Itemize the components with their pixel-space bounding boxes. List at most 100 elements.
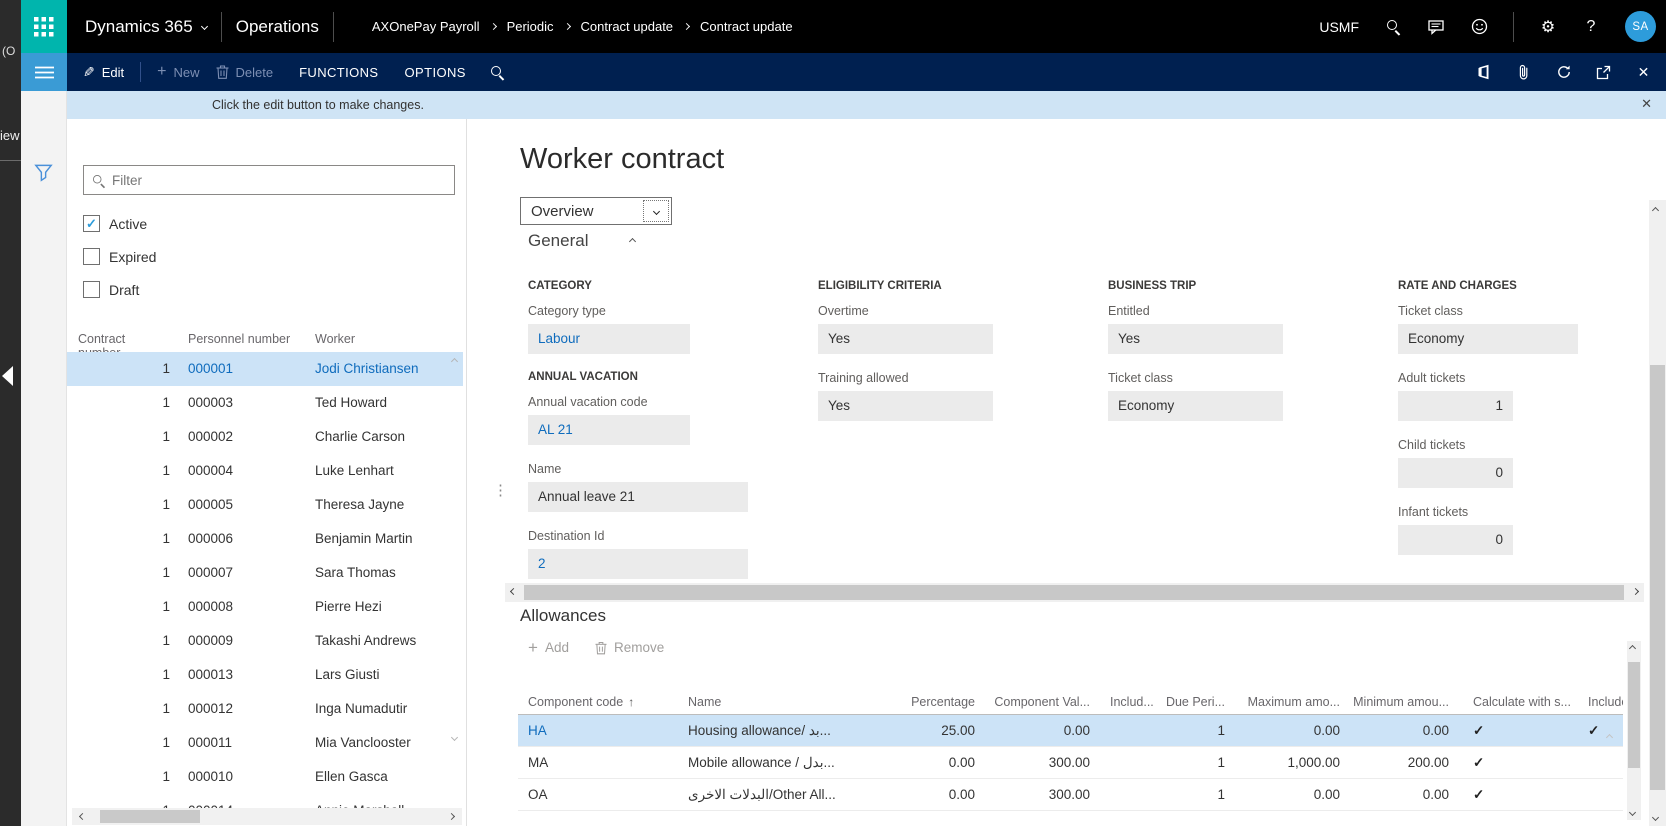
scroll-up-icon[interactable] [1652, 207, 1659, 214]
form-column-3: BUSINESS TRIP Entitled Yes Ticket class … [1108, 271, 1380, 437]
filter-funnel-icon[interactable] [34, 163, 53, 182]
feedback-icon[interactable] [1427, 18, 1445, 36]
delete-button[interactable]: Delete [216, 65, 274, 80]
field-value[interactable]: 1 [1398, 391, 1513, 421]
worker-row[interactable]: 1 000014 Annie Marshall [67, 794, 463, 808]
worker-row[interactable]: 1 000010 Ellen Gasca [67, 760, 463, 794]
column-header-percentage[interactable]: Percentage [905, 695, 987, 709]
worker-row[interactable]: 1 000012 Inga Numadutir [67, 692, 463, 726]
scroll-down-icon[interactable] [1652, 814, 1659, 821]
column-header-calculate-with[interactable]: Calculate with s... [1461, 695, 1578, 709]
column-header-include[interactable]: Include [1578, 695, 1623, 709]
add-button[interactable]: + Add [528, 640, 569, 655]
field-value[interactable]: Economy [1398, 324, 1578, 354]
field-value[interactable]: Labour [528, 324, 690, 354]
smiley-icon[interactable] [1470, 18, 1488, 36]
view-selector-dropdown-button[interactable] [643, 200, 669, 222]
allowance-row[interactable]: OA البدلات الاخرى/Other All... 0.00 300.… [518, 779, 1623, 811]
scroll-up-icon[interactable] [1629, 645, 1636, 652]
functions-menu[interactable]: FUNCTIONS [299, 65, 378, 80]
scroll-right-icon[interactable] [448, 813, 455, 820]
field-value[interactable]: Yes [818, 391, 993, 421]
allowance-row[interactable]: MA Mobile allowance / بدل... 0.00 300.00… [518, 747, 1623, 779]
collapse-arrow-icon[interactable] [2, 366, 13, 386]
field-value[interactable]: Economy [1108, 391, 1283, 421]
scroll-left-icon[interactable] [79, 813, 86, 820]
scrollbar-thumb[interactable] [1650, 365, 1665, 790]
field-value[interactable]: Annual leave 21 [528, 482, 748, 512]
column-header-component-value[interactable]: Component Val... [987, 695, 1102, 709]
scrollbar-thumb[interactable] [524, 585, 1624, 600]
field-value[interactable]: Yes [818, 324, 993, 354]
app-launcher-button[interactable] [21, 0, 67, 53]
breadcrumb-item[interactable]: Contract update [673, 19, 793, 34]
checkbox[interactable]: ✓ [83, 281, 100, 298]
banner-close-icon[interactable]: ✕ [1641, 96, 1652, 112]
app-name[interactable]: Operations [236, 17, 319, 37]
splitter-handle[interactable]: ⋮ [493, 487, 508, 494]
worker-row[interactable]: 1 000011 Mia Vanclooster [67, 726, 463, 760]
help-icon[interactable]: ? [1582, 18, 1600, 36]
worker-row[interactable]: 1 000008 Pierre Hezi [67, 590, 463, 624]
search-icon[interactable] [1384, 18, 1402, 36]
office-icon[interactable] [1475, 64, 1492, 81]
checkbox[interactable]: ✓ [83, 248, 100, 265]
worker-row[interactable]: 1 000007 Sara Thomas [67, 556, 463, 590]
list-horizontal-scrollbar[interactable] [72, 808, 462, 825]
worker-row[interactable]: 1 000006 Benjamin Martin [67, 522, 463, 556]
worker-row[interactable]: 1 000003 Ted Howard [67, 386, 463, 420]
column-header-maximum-amount[interactable]: Maximum amo... [1237, 695, 1352, 709]
field-value[interactable]: Yes [1108, 324, 1283, 354]
main-vertical-scrollbar[interactable] [1649, 200, 1666, 826]
scrollbar-thumb[interactable] [1628, 662, 1640, 768]
scroll-right-icon[interactable] [1632, 588, 1639, 595]
refresh-icon[interactable] [1555, 64, 1572, 81]
field-value[interactable]: 0 [1398, 525, 1513, 555]
status-filter-row[interactable]: ✓ Draft [83, 281, 156, 298]
column-header-due-period[interactable]: Due Peri... [1165, 695, 1237, 709]
edit-button[interactable]: ✎ Edit [83, 64, 124, 81]
column-header-minimum-amount[interactable]: Minimum amou... [1352, 695, 1461, 709]
scroll-down-icon[interactable] [1629, 809, 1636, 816]
worker-row[interactable]: 1 000013 Lars Giusti [67, 658, 463, 692]
worker-row[interactable]: 1 000004 Luke Lenhart [67, 454, 463, 488]
column-header-name[interactable]: Name [688, 695, 905, 709]
user-avatar[interactable]: SA [1625, 11, 1656, 42]
column-header-component-code[interactable]: Component code↑ [518, 695, 688, 709]
column-header-included[interactable]: Includ... [1102, 695, 1165, 709]
open-in-new-window-icon[interactable] [1595, 64, 1612, 81]
remove-button[interactable]: Remove [595, 640, 664, 655]
settings-gear-icon[interactable]: ⚙ [1539, 18, 1557, 36]
form-horizontal-scrollbar[interactable] [505, 583, 1644, 602]
new-button[interactable]: + New [157, 63, 199, 81]
options-menu[interactable]: OPTIONS [405, 65, 466, 80]
field-value[interactable]: 0 [1398, 458, 1513, 488]
filter-input[interactable] [112, 167, 454, 193]
dynamics-365-menu[interactable]: Dynamics 365 [85, 17, 207, 37]
close-icon[interactable]: ✕ [1635, 64, 1652, 81]
checkbox[interactable]: ✓ [83, 215, 100, 232]
worker-row[interactable]: 1 000002 Charlie Carson [67, 420, 463, 454]
hamburger-menu-button[interactable] [21, 53, 67, 91]
field-value[interactable]: 2 [528, 549, 748, 579]
company-selector[interactable]: USMF [1319, 19, 1359, 35]
allowance-row[interactable]: HA Housing allowance/ بد... 25.00 0.00 1… [518, 715, 1623, 747]
grid-vertical-scrollbar[interactable] [1627, 641, 1641, 820]
attachments-paperclip-icon[interactable] [1515, 64, 1532, 81]
panel-splitter[interactable]: ⋮ [467, 119, 510, 826]
status-filter-row[interactable]: ✓ Expired [83, 248, 156, 265]
breadcrumb-item[interactable]: Contract update [554, 19, 674, 34]
command-search-icon[interactable] [482, 65, 505, 80]
filter-search-box[interactable] [83, 165, 455, 195]
scroll-left-icon[interactable] [510, 588, 517, 595]
breadcrumb-item[interactable]: AXOnePay Payroll [372, 19, 480, 34]
general-section-header[interactable]: General [528, 231, 635, 251]
status-filter-row[interactable]: ✓ Active [83, 215, 156, 232]
worker-row[interactable]: 1 000005 Theresa Jayne [67, 488, 463, 522]
view-selector[interactable]: Overview [520, 197, 672, 225]
scrollbar-thumb[interactable] [100, 810, 200, 823]
worker-row[interactable]: 1 000001 Jodi Christiansen [67, 352, 463, 386]
breadcrumb-item[interactable]: Periodic [480, 19, 554, 34]
field-value[interactable]: AL 21 [528, 415, 690, 445]
worker-row[interactable]: 1 000009 Takashi Andrews [67, 624, 463, 658]
